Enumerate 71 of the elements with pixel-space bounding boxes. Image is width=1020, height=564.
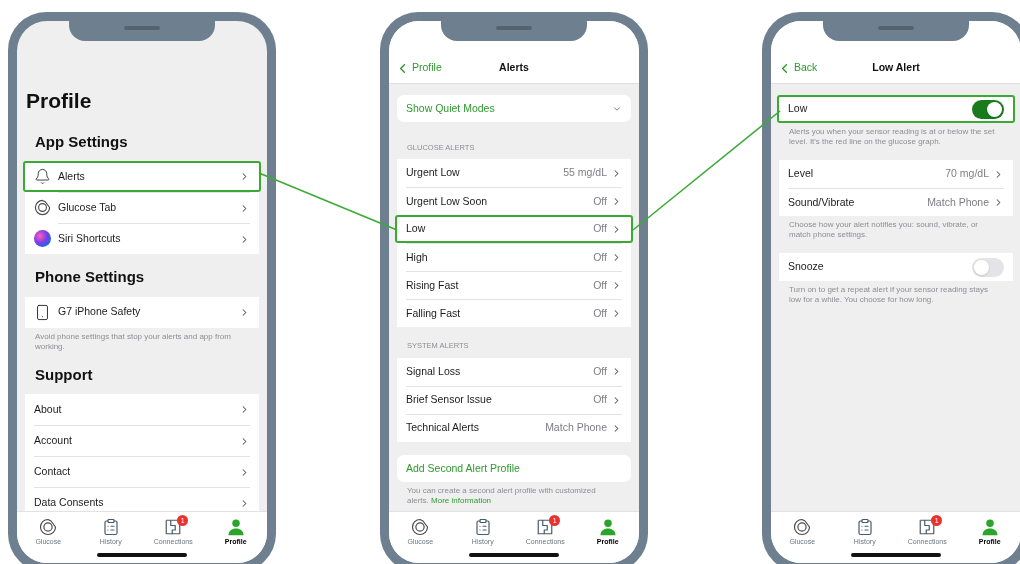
row-value: Match Phone	[927, 194, 989, 210]
toggle-switch[interactable]	[972, 99, 1004, 119]
row-value: Off	[593, 249, 607, 265]
row-label: Rising Fast	[406, 277, 460, 293]
person-icon	[598, 517, 617, 536]
back-button[interactable]: Back	[777, 60, 818, 76]
screen-title: Alerts	[499, 60, 529, 76]
row-label: Signal Loss	[406, 363, 462, 379]
footnote-text: Avoid phone settings that stop your alerts and app from working.	[34, 331, 232, 352]
settings-row[interactable]: Siri Shortcuts	[25, 223, 259, 254]
clipboard-icon	[101, 517, 120, 536]
row-label: Data Consents	[34, 495, 105, 511]
footnote-text: You can create a second alert profile with customized alerts. More information	[406, 485, 597, 506]
person-icon	[226, 517, 245, 536]
row-value: 55 mg/dL	[563, 165, 607, 181]
phone-icon	[34, 303, 51, 321]
row-value: Off	[593, 392, 607, 408]
settings-row[interactable]: Technical Alerts Match Phone	[397, 413, 631, 442]
row-value: Match Phone	[545, 420, 607, 436]
row-label: Falling Fast	[406, 305, 462, 321]
row-label: About	[34, 401, 63, 417]
row-label: Brief Sensor Issue	[406, 392, 493, 408]
clipboard-icon	[855, 517, 874, 536]
settings-row[interactable]: G7 iPhone Safety	[25, 296, 259, 328]
row-label: Alerts	[58, 168, 86, 184]
section-heading: Support	[34, 364, 94, 385]
footnote-text: Alerts you when your sensor reading is at or below the set level. It's the red line on the glucose graph.	[788, 127, 996, 147]
section-heading: Phone Settings	[34, 267, 146, 287]
clipboard-icon	[473, 517, 492, 536]
row-value: Off	[593, 277, 607, 293]
bell-icon	[34, 168, 51, 185]
settings-row[interactable]: Alerts	[23, 161, 261, 192]
toggle-switch[interactable]	[972, 257, 1004, 277]
row-label: Low	[406, 221, 427, 237]
settings-row[interactable]: Sound/Vibrate Match Phone	[779, 188, 1013, 216]
settings-row[interactable]: Low	[777, 95, 1015, 123]
add-profile-button[interactable]: Add Second Alert Profile	[397, 454, 631, 482]
settings-row[interactable]: Falling Fast Off	[397, 299, 631, 328]
row-label: Urgent Low Soon	[406, 193, 489, 209]
row-value: Off	[593, 193, 607, 209]
row-label: Urgent Low	[406, 165, 461, 181]
screen-title: Profile	[25, 88, 93, 114]
back-button[interactable]: Profile	[395, 60, 442, 76]
row-label: Low	[788, 101, 809, 117]
row-value: Off	[593, 363, 607, 379]
row-label: Glucose Tab	[58, 200, 118, 216]
row-label: Siri Shortcuts	[58, 231, 122, 247]
row-label: High	[406, 249, 429, 265]
row-label: Account	[34, 433, 73, 449]
person-icon	[980, 517, 999, 536]
row-label: Contact	[34, 464, 72, 480]
orb-icon	[34, 230, 51, 247]
section-heading: App Settings	[34, 131, 129, 152]
row-label: G7 iPhone Safety	[58, 304, 142, 320]
connector-square-icon	[164, 517, 183, 536]
row-label: Snooze	[788, 259, 825, 275]
footnote-text: Choose how your alert notifies you: sound, vibrate, or match phone settings.	[788, 220, 979, 240]
screen-title: Low Alert	[872, 60, 920, 76]
row-label: Level	[788, 166, 815, 182]
settings-row[interactable]: Low Off	[395, 215, 633, 244]
row-value: Off	[593, 221, 607, 237]
connector-square-icon	[918, 517, 937, 536]
row-value: Off	[593, 305, 607, 321]
row-label: Sound/Vibrate	[788, 194, 856, 210]
settings-row[interactable]: Snooze	[779, 253, 1013, 281]
disclosure-row[interactable]: Show Quiet Modes	[397, 95, 631, 122]
footnote-text: Turn on to get a repeat alert if your sensor reading stays low for a while. You choose for how long.	[788, 285, 989, 305]
chevron-right-icon	[611, 252, 622, 264]
row-label: Technical Alerts	[406, 420, 480, 436]
row-value: 70 mg/dL	[945, 166, 989, 182]
connector-square-icon	[536, 517, 555, 536]
